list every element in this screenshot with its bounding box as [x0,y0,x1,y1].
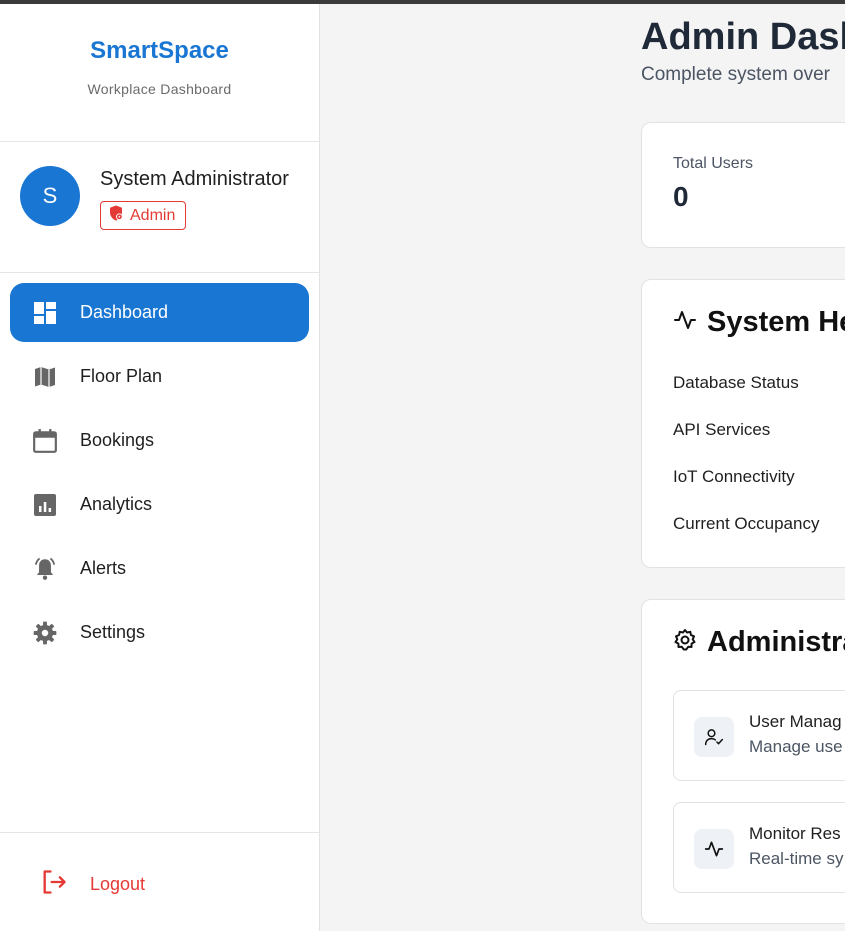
main-content: Admin Dash Complete system over Total Us… [320,4,845,931]
dashboard-icon [32,300,58,326]
bell-alert-icon [32,556,58,582]
system-health-title: System He [707,306,845,338]
sidebar-nav: Dashboard Floor Plan Bookings Analytics … [0,273,319,662]
brand-subtitle: Workplace Dashboard [87,81,232,97]
monitor-resources-action[interactable]: Monitor Res Real-time sy [673,802,845,893]
brand-title[interactable]: SmartSpace [0,4,319,65]
total-users-label: Total Users [673,155,754,172]
sidebar: SmartSpace Workplace Dashboard S System … [0,4,320,931]
system-health-card: System He Database Status API Services I… [641,279,845,568]
page-title: Admin Dash [641,16,845,58]
sidebar-item-alerts[interactable]: Alerts [10,539,309,598]
sidebar-item-dashboard[interactable]: Dashboard [10,283,309,342]
logout-label: Logout [90,874,146,894]
role-label: Admin [130,206,176,224]
brand-header: SmartSpace Workplace Dashboard [0,4,319,142]
user-profile: S System Administrator Admin [0,142,319,273]
administration-card: Administra User Manag Manage use Monitor… [641,599,845,924]
sidebar-item-label: Analytics [80,494,153,514]
sidebar-item-label: Settings [80,622,146,642]
settings-cog-icon [673,628,697,657]
user-management-desc: Manage use [749,737,843,756]
total-users-card: Total Users 0 [641,122,845,248]
user-management-title: User Manag [749,712,842,731]
sidebar-item-label: Alerts [80,558,127,578]
avatar[interactable]: S [20,166,80,226]
activity-icon [673,308,697,337]
role-badge: Admin [100,201,187,230]
sidebar-item-floor-plan[interactable]: Floor Plan [10,347,309,406]
top-border [0,0,845,4]
user-management-action[interactable]: User Manag Manage use [673,690,845,781]
map-icon [32,364,58,390]
sidebar-item-label: Dashboard [80,302,169,322]
activity-icon [694,829,734,869]
gear-icon [32,620,58,646]
calendar-icon [32,428,58,454]
administration-header: Administra [673,626,845,659]
health-row-iot: IoT Connectivity [673,467,795,486]
sidebar-item-analytics[interactable]: Analytics [10,475,309,534]
sidebar-item-bookings[interactable]: Bookings [10,411,309,470]
user-name: System Administrator [100,168,289,190]
monitor-resources-desc: Real-time sy [749,849,844,868]
logout-icon [40,868,68,901]
user-check-icon [694,717,734,757]
sidebar-item-label: Floor Plan [80,366,163,386]
monitor-resources-title: Monitor Res [749,824,841,843]
health-row-occupancy: Current Occupancy [673,514,820,533]
health-row-database: Database Status [673,373,799,392]
sidebar-item-settings[interactable]: Settings [10,603,309,662]
admin-shield-icon [107,204,125,227]
sidebar-footer: Logout [0,832,319,931]
sidebar-item-label: Bookings [80,430,155,450]
health-row-api: API Services [673,420,771,439]
logout-button[interactable]: Logout [40,868,145,901]
administration-title: Administra [707,626,845,658]
page-subtitle: Complete system over [641,64,831,85]
system-health-header: System He [673,306,845,339]
analytics-icon [32,492,58,518]
total-users-value: 0 [673,181,689,212]
